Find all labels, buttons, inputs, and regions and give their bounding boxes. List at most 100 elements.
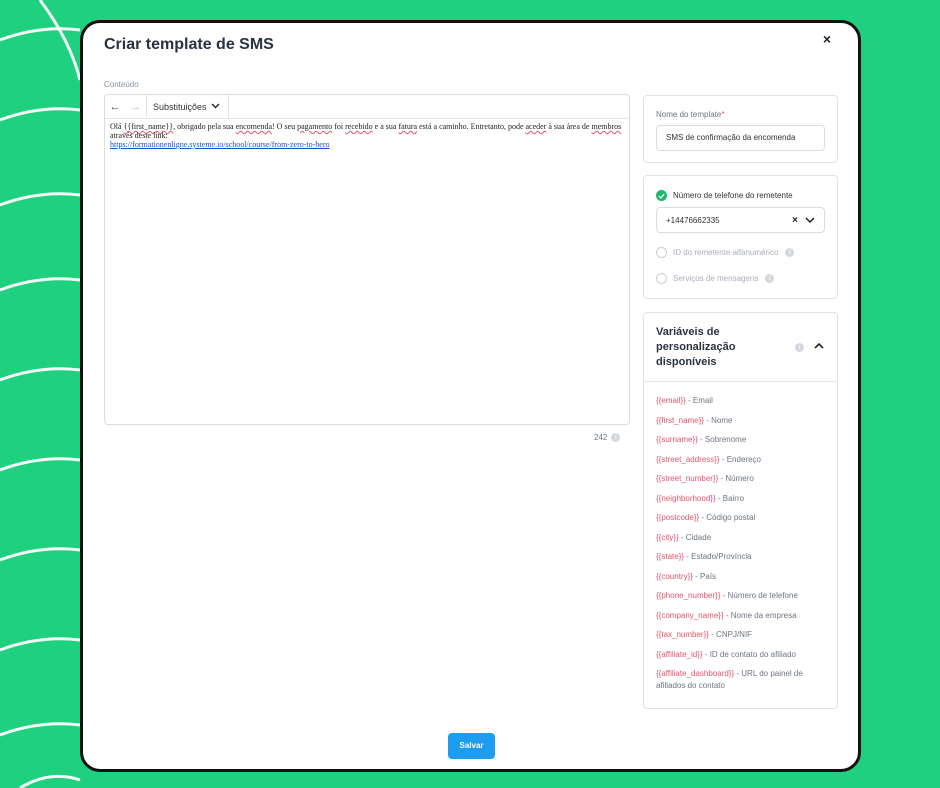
modal-title: Criar template de SMS xyxy=(104,36,274,53)
substitutions-label: Substituições xyxy=(153,101,207,112)
variable-token: {{email}} xyxy=(656,396,686,405)
variable-item[interactable]: {{city}} - Cidade xyxy=(656,532,831,552)
redo-arrow-icon[interactable]: → xyxy=(125,94,147,119)
template-name-label-text: Nome do template xyxy=(656,110,722,119)
variable-item[interactable]: {{affiliate_id}} - ID de contato do afil… xyxy=(656,649,831,669)
variable-token: {{surname}} xyxy=(656,435,698,444)
editor-text: ! O seu xyxy=(272,122,298,131)
close-icon[interactable]: × xyxy=(820,32,834,46)
variable-description: - Sobrenome xyxy=(697,435,747,444)
course-link[interactable]: https://formationenligne.systeme.io/scho… xyxy=(110,140,624,149)
variable-token: {{state}} xyxy=(656,552,685,561)
sender-messaging-services-option[interactable]: Serviços de mensagens i xyxy=(656,273,775,284)
clear-icon[interactable]: × xyxy=(792,215,798,226)
editor-text-misspelled: encomenda xyxy=(235,122,273,131)
template-name-card: Nome do template* SMS de confirmação da … xyxy=(643,95,838,163)
content-label: Conteúdo xyxy=(104,80,139,89)
sender-messaging-services-label: Serviços de mensagens xyxy=(673,274,759,283)
variable-token: {{street_address}} xyxy=(656,454,720,464)
variable-item[interactable]: {{postcode}} - Código postal xyxy=(656,512,831,532)
sender-phone-select[interactable]: +14476662335 × xyxy=(656,207,825,233)
template-name-input[interactable]: SMS de confirmação da encomenda xyxy=(656,125,825,151)
editor-text-misspelled: fatura xyxy=(398,122,418,131)
editor-text: e a sua xyxy=(372,122,399,131)
variable-description: - ID de contato do afiliado xyxy=(702,649,796,659)
variable-token: {{first_name}} xyxy=(656,415,705,425)
undo-arrow-icon[interactable]: ← xyxy=(105,95,125,119)
variable-description: - Cidade xyxy=(678,532,712,542)
editor-text: à sua área de xyxy=(546,122,592,131)
sender-alphanumeric-label: ID do remetente alfanumérico xyxy=(673,248,779,257)
editor-text: Olá xyxy=(110,122,124,131)
editor-text: foi xyxy=(332,122,346,131)
variable-item[interactable]: {{company_name}} - Nome da empresa xyxy=(656,610,831,630)
character-counter: 242 i xyxy=(594,433,621,442)
editor-text-misspelled: membros xyxy=(591,122,622,131)
editor-text: está a caminho. Entretanto, pode xyxy=(417,122,526,131)
variable-item[interactable]: {{state}} - Estado/Província xyxy=(656,551,831,571)
variable-item[interactable]: {{street_number}} - Número xyxy=(656,473,831,493)
save-button[interactable]: Salvar xyxy=(448,733,495,759)
variable-description: - Email xyxy=(685,396,713,405)
personalization-variables-card: Variáveis de personalização disponíveis … xyxy=(643,312,838,709)
variable-item[interactable]: {{affiliate_dashboard}} - URL do painel … xyxy=(656,668,831,698)
editor-text-area[interactable]: Olá {{first_name}}, obrigado pela sua en… xyxy=(105,119,629,152)
variables-header[interactable]: Variáveis de personalização disponíveis … xyxy=(644,313,837,382)
editor-text-misspelled: aceder xyxy=(525,122,547,131)
sms-content-editor[interactable]: ← → Substituições Olá {{first_name}}, ob… xyxy=(104,94,630,425)
variable-item[interactable]: {{neighborhood}} - Bairro xyxy=(656,493,831,513)
variable-item[interactable]: {{country}} - País xyxy=(656,571,831,591)
variable-item[interactable]: {{tax_number}} - CNPJ/NIF xyxy=(656,629,831,649)
required-mark: * xyxy=(721,110,725,119)
variable-item[interactable]: {{first_name}} - Nome xyxy=(656,415,831,435)
variable-description: - CNPJ/NIF xyxy=(708,630,753,639)
variable-item[interactable]: {{street_address}} - Endereço xyxy=(656,454,831,474)
variable-item[interactable]: {{surname}} - Sobrenome xyxy=(656,434,831,454)
variable-token: {{affiliate_id}} xyxy=(656,649,703,659)
chevron-down-icon[interactable] xyxy=(805,215,815,225)
info-icon[interactable]: i xyxy=(785,248,795,257)
variable-item[interactable]: {{phone_number}} - Número de telefone xyxy=(656,590,831,610)
substitutions-dropdown[interactable]: Substituições xyxy=(147,94,229,119)
chevron-down-icon xyxy=(211,102,220,111)
variable-token: {{tax_number}} xyxy=(656,630,709,639)
variable-token: {{neighborhood}} xyxy=(656,493,716,503)
variable-description: - País xyxy=(692,571,717,581)
character-count: 242 xyxy=(594,433,608,442)
variable-token: {{phone_number}} xyxy=(656,591,721,600)
sender-phone-option[interactable]: Número de telefone do remetente xyxy=(656,190,793,201)
variable-description: - Nome xyxy=(704,415,733,425)
sender-alphanumeric-option[interactable]: ID do remetente alfanumérico i xyxy=(656,247,795,258)
chevron-up-icon[interactable] xyxy=(814,340,824,352)
variable-item[interactable]: {{email}} - Email xyxy=(656,395,831,415)
variable-description: - Endereço xyxy=(719,454,761,464)
sender-card: Número de telefone do remetente +1447666… xyxy=(643,175,838,299)
radio-button[interactable] xyxy=(656,273,667,284)
editor-text-misspelled: pagamento xyxy=(297,122,333,131)
variables-title: Variáveis de personalização disponíveis xyxy=(656,326,736,368)
editor-text: , obrigado pela sua xyxy=(173,122,236,131)
variable-token: {{street_number}} xyxy=(656,474,719,483)
variable-description: - Nome da empresa xyxy=(723,610,797,620)
editor-toolbar: ← → Substituições xyxy=(105,94,629,119)
variable-token: {{country}} xyxy=(656,571,693,581)
variables-list: {{email}} - Email {{first_name}} - Nome{{… xyxy=(656,395,831,698)
variable-token: {{company_name}} xyxy=(656,610,724,620)
variable-description: - Estado/Província xyxy=(684,552,752,561)
info-icon[interactable]: i xyxy=(795,343,804,352)
variable-token: {{city}} xyxy=(656,532,679,542)
variable-token: {{postcode}} xyxy=(656,513,700,522)
template-name-label: Nome do template* xyxy=(656,110,725,119)
variable-token: {{affiliate_dashboard}} xyxy=(656,669,735,678)
editor-text-misspelled: recebido xyxy=(345,122,373,131)
info-icon[interactable]: i xyxy=(765,274,775,283)
editor-text-variable: {{first_name}} xyxy=(123,122,174,131)
info-icon[interactable]: i xyxy=(611,433,621,442)
create-sms-template-modal: Criar template de SMS × Conteúdo ← → Sub… xyxy=(80,20,861,772)
editor-text: através deste link: xyxy=(110,131,168,140)
variable-description: - Número de telefone xyxy=(720,591,798,600)
radio-button[interactable] xyxy=(656,247,667,258)
sender-phone-value: +14476662335 xyxy=(666,215,720,225)
sender-phone-label: Número de telefone do remetente xyxy=(673,191,793,200)
variable-description: - Código postal xyxy=(699,513,756,522)
